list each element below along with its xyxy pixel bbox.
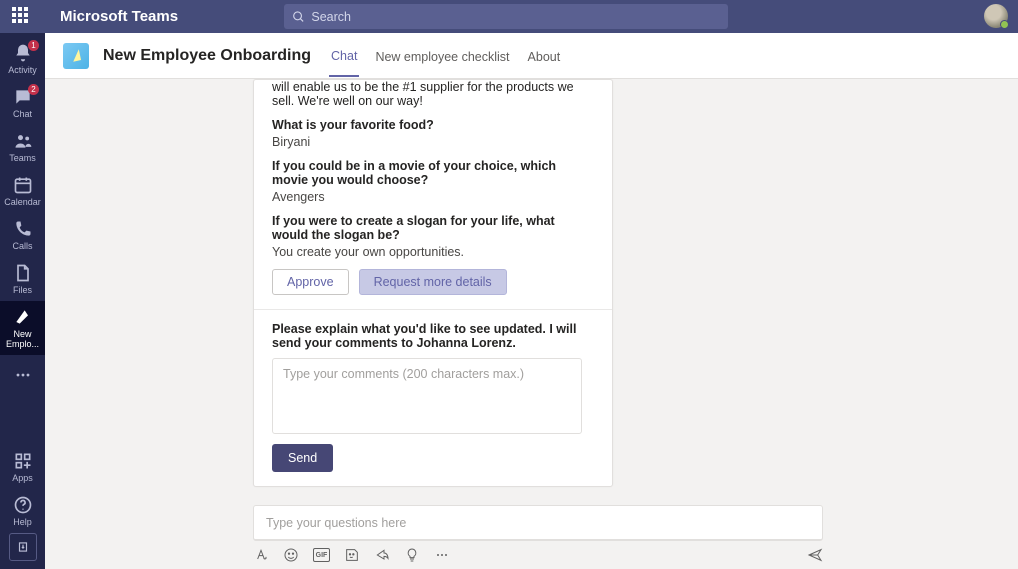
compose-area: Type your questions here GIF <box>67 505 1018 569</box>
approve-button[interactable]: Approve <box>272 269 349 295</box>
download-icon <box>16 540 30 554</box>
compose-input[interactable]: Type your questions here <box>253 505 823 541</box>
explain-prompt: Please explain what you'd like to see up… <box>272 322 594 350</box>
sticker-icon[interactable] <box>344 547 360 563</box>
gif-icon[interactable]: GIF <box>313 548 330 562</box>
more-icon <box>13 365 33 385</box>
onboarding-app-icon <box>13 307 33 327</box>
card-intro-text: will enable us to be the #1 supplier for… <box>272 80 594 108</box>
brand-title: Microsoft Teams <box>60 8 178 25</box>
rail-chat[interactable]: 2 Chat <box>0 81 45 125</box>
rail-apps[interactable]: Apps <box>0 445 45 489</box>
emoji-icon[interactable] <box>283 547 299 563</box>
file-icon <box>13 263 33 283</box>
phone-icon <box>13 219 33 239</box>
answer-2: Avengers <box>272 190 594 204</box>
rail-calendar[interactable]: Calendar <box>0 169 45 213</box>
tab-checklist[interactable]: New employee checklist <box>373 36 511 76</box>
bulb-icon[interactable] <box>404 547 420 563</box>
question-1: What is your favorite food? <box>272 118 594 132</box>
answer-3: You create your own opportunities. <box>272 245 594 259</box>
rail-files[interactable]: Files <box>0 257 45 301</box>
search-input[interactable] <box>311 10 720 24</box>
help-icon <box>13 495 33 515</box>
request-details-button[interactable]: Request more details <box>359 269 507 295</box>
app-logo <box>63 43 89 69</box>
activity-badge: 1 <box>28 40 39 51</box>
answer-1: Biryani <box>272 135 594 149</box>
question-2: If you could be in a movie of your choic… <box>272 159 594 187</box>
user-avatar[interactable] <box>984 4 1008 28</box>
share-icon[interactable] <box>374 547 390 563</box>
question-3: If you were to create a slogan for your … <box>272 214 594 242</box>
more-icon[interactable] <box>434 547 450 563</box>
calendar-icon <box>13 175 33 195</box>
chat-badge: 2 <box>28 84 39 95</box>
format-icon[interactable] <box>253 547 269 563</box>
page-header: New Employee Onboarding Chat New employe… <box>45 33 1018 79</box>
comment-input[interactable]: Type your comments (200 characters max.) <box>272 358 582 434</box>
app-launcher-icon[interactable] <box>12 7 32 27</box>
adaptive-card: will enable us to be the #1 supplier for… <box>253 79 613 487</box>
send-button[interactable]: Send <box>272 444 333 472</box>
rail-download[interactable] <box>9 533 37 561</box>
send-icon[interactable] <box>807 547 823 563</box>
top-bar: Microsoft Teams <box>0 0 1018 33</box>
tab-about[interactable]: About <box>526 36 563 76</box>
rail-activity[interactable]: 1 Activity <box>0 37 45 81</box>
rail-more[interactable] <box>0 355 45 397</box>
rail-teams[interactable]: Teams <box>0 125 45 169</box>
app-rail: 1 Activity 2 Chat Teams Calendar Calls F… <box>0 33 45 569</box>
rail-new-employee[interactable]: New Emplo... <box>0 301 45 355</box>
message-thread: will enable us to be the #1 supplier for… <box>67 79 1018 505</box>
search-box[interactable] <box>284 4 728 29</box>
teams-icon <box>13 131 33 151</box>
apps-icon <box>13 451 33 471</box>
page-title: New Employee Onboarding <box>103 47 311 65</box>
content-area: New Employee Onboarding Chat New employe… <box>45 33 1018 569</box>
tab-chat[interactable]: Chat <box>329 35 359 77</box>
compose-toolbar: GIF <box>253 547 823 563</box>
rail-calls[interactable]: Calls <box>0 213 45 257</box>
presence-icon <box>1000 20 1009 29</box>
search-icon <box>292 10 305 24</box>
rail-help[interactable]: Help <box>0 489 45 533</box>
